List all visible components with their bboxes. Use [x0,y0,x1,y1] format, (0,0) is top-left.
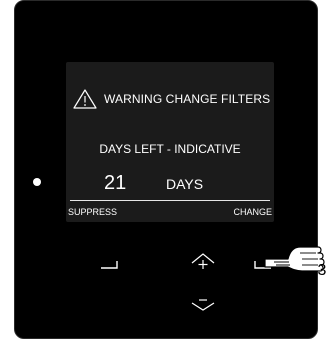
warning-row: WARNING CHANGE FILTERS [72,88,270,110]
days-unit: DAYS [166,176,204,192]
left-softkey-button[interactable] [99,258,121,270]
softkey-divider [70,200,270,201]
softkey-suppress-label: SUPPRESS [68,207,118,217]
softkey-change-label: CHANGE [233,207,272,217]
display-screen: WARNING CHANGE FILTERS DAYS LEFT - INDIC… [66,62,274,222]
days-value: 21 [104,172,127,194]
days-left-label: DAYS LEFT - INDICATIVE [99,142,241,156]
up-plus-icon [191,253,215,269]
days-count-row: 21 DAYS [66,172,274,198]
status-led [33,178,41,186]
up-plus-button[interactable] [190,252,216,272]
down-minus-icon [191,299,215,311]
down-minus-button[interactable] [190,298,216,312]
left-softkey-icon [101,261,118,269]
pointer-number-label: 3 [317,262,327,279]
warning-triangle-icon [73,89,97,109]
warning-text: WARNING CHANGE FILTERS [104,92,271,106]
